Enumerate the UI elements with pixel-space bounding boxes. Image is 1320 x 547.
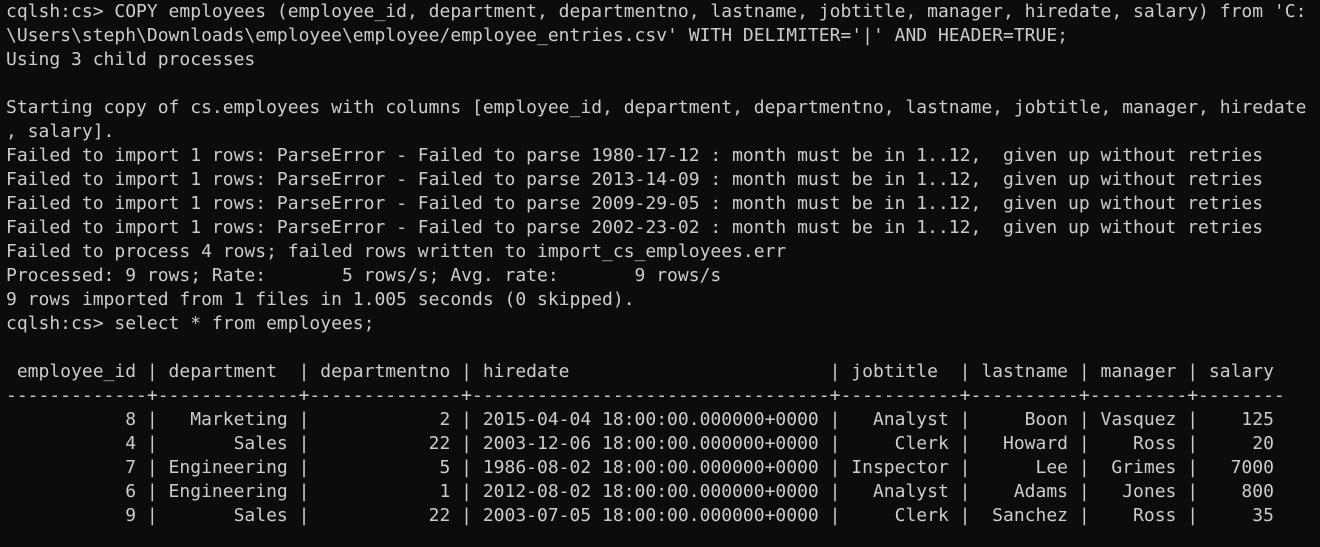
terminal-line: \Users\steph\Downloads\employee\employee… [6,25,1069,46]
terminal-line: cqlsh:cs> select * from employees; [6,313,375,334]
terminal-line: Failed to import 1 rows: ParseError - Fa… [6,169,1264,190]
terminal-line: Failed to process 4 rows; failed rows wr… [6,241,787,262]
terminal-line: -------------+-------------+------------… [6,385,1285,406]
terminal-line: Processed: 9 rows; Rate: 5 rows/s; Avg. … [6,265,722,286]
terminal-line: cqlsh:cs> COPY employees (employee_id, d… [6,1,1307,22]
terminal-line: 6 | Engineering | 1 | 2012-08-02 18:00:0… [6,481,1274,502]
terminal-line: employee_id | department | departmentno … [6,361,1274,382]
terminal-line: , salary]. [6,121,115,142]
terminal-output: cqlsh:cs> COPY employees (employee_id, d… [6,0,1306,528]
terminal-line: 9 | Sales | 22 | 2003-07-05 18:00:00.000… [6,505,1274,526]
terminal-window[interactable]: cqlsh:cs> COPY employees (employee_id, d… [0,0,1320,547]
terminal-line: 4 | Sales | 22 | 2003-12-06 18:00:00.000… [6,433,1274,454]
terminal-line: Failed to import 1 rows: ParseError - Fa… [6,217,1264,238]
terminal-line: 7 | Engineering | 5 | 1986-08-02 18:00:0… [6,457,1274,478]
terminal-line: 8 | Marketing | 2 | 2015-04-04 18:00:00.… [6,409,1274,430]
terminal-line: Failed to import 1 rows: ParseError - Fa… [6,193,1264,214]
terminal-line: Starting copy of cs.employees with colum… [6,97,1307,118]
terminal-line: Using 3 child processes [6,49,256,70]
terminal-line: Failed to import 1 rows: ParseError - Fa… [6,145,1264,166]
terminal-line: 9 rows imported from 1 files in 1.005 se… [6,289,635,310]
